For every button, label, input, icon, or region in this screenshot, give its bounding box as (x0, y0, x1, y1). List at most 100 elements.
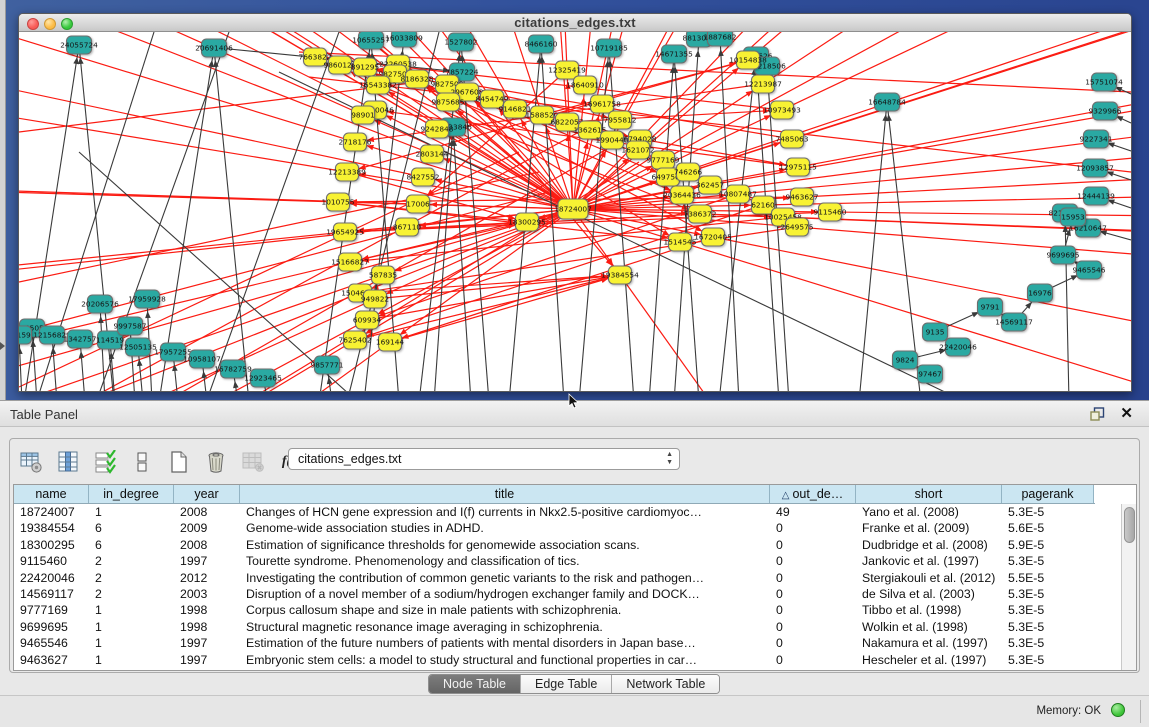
table-row[interactable]: 946554611997Estimation of the future num… (14, 635, 1095, 651)
edge-arrowhead (208, 60, 214, 67)
window-titlebar[interactable]: citations_edges.txt (19, 14, 1131, 32)
show-column-icon[interactable] (55, 449, 81, 475)
scrollbar-thumb[interactable] (1124, 507, 1135, 543)
new-table-icon[interactable] (166, 449, 192, 475)
cell-pagerank: 5.5E-5 (1002, 570, 1094, 586)
cell-title: Tourette syndrome. Phenomenology and cla… (240, 553, 770, 569)
graph-node-label: 1010755 (322, 198, 355, 207)
cell-name: 9115460 (14, 553, 89, 569)
table-row[interactable]: 1872400712008Changes of HCN gene express… (14, 504, 1095, 520)
dropdown-stepper-icon: ▲▼ (666, 451, 673, 467)
cell-out_de: 0 (770, 635, 856, 651)
cell-name: 9777169 (14, 602, 89, 618)
graph-edge (573, 209, 1131, 322)
table-settings-icon[interactable] (18, 449, 44, 475)
network-canvas[interactable]: 2405572420691406106552571527802160338098… (19, 32, 1131, 391)
graph-node-label: 17006 (406, 200, 430, 209)
graph-node-label: 12213987 (744, 80, 782, 89)
column-header-short[interactable]: short (856, 485, 1002, 503)
cell-title: Disruption of a novel member of a sodium… (240, 586, 770, 602)
table-row[interactable]: 1938455462009Genome-wide association stu… (14, 520, 1095, 536)
table-panel: Table Panel ✕ (0, 400, 1149, 727)
graph-node-label: 7955812 (604, 116, 637, 125)
table-row[interactable]: 946362711997Embryonic stem cells: a mode… (14, 652, 1095, 668)
table-row[interactable]: 2242004622012Investigating the contribut… (14, 570, 1095, 586)
expand-panel-arrow-icon[interactable] (0, 342, 5, 350)
column-header-year[interactable]: year (174, 485, 240, 503)
edge-arrowhead (73, 57, 79, 64)
graph-node-label: 12325419 (548, 66, 586, 75)
edge-arrowhead (695, 50, 701, 57)
tab-network-table[interactable]: Network Table (612, 675, 719, 693)
cell-out_de: 0 (770, 602, 856, 618)
cell-name: 18300295 (14, 537, 89, 553)
cell-name: 9463627 (14, 652, 89, 668)
graph-node-label: 16543382 (359, 81, 397, 90)
table-row[interactable]: 977716911998Corpus callosum shape and si… (14, 602, 1095, 618)
application-desktop: citations_edges.txt 24055724206914061065… (0, 0, 1149, 400)
cell-pagerank: 5.3E-5 (1002, 602, 1094, 618)
graph-node-label: 746266 (674, 168, 703, 177)
edge-arrowhead (51, 347, 57, 354)
graph-node-label: 15751074 (1085, 78, 1123, 87)
cell-year: 1998 (174, 619, 240, 635)
table-row[interactable]: 1456911722003Disruption of a novel membe… (14, 586, 1095, 602)
column-header-title[interactable]: title (240, 485, 770, 503)
graph-node-label: 17959928 (128, 295, 166, 304)
edge-arrowhead (233, 381, 239, 388)
cell-short: Wolkin et al. (1998) (856, 619, 1002, 635)
graph-node-label: 10154838 (729, 56, 767, 65)
graph-node-label: 9115460 (814, 208, 847, 217)
table-row[interactable]: 969969511998Structural magnetic resonanc… (14, 619, 1095, 635)
delete-table-icon[interactable] (203, 449, 229, 475)
network-view-window[interactable]: citations_edges.txt 24055724206914061065… (18, 13, 1132, 392)
cell-title: Estimation of significance thresholds fo… (240, 537, 770, 553)
column-header-name[interactable]: name (14, 485, 89, 503)
vertical-scrollbar[interactable] (1121, 504, 1136, 670)
graph-node-label: 24055724 (60, 41, 98, 50)
cell-title: Structural magnetic resonance image aver… (240, 619, 770, 635)
graph-node-label: 16720405 (694, 233, 732, 242)
graph-node-label: 12975115 (779, 163, 817, 172)
cell-name: 14569117 (14, 586, 89, 602)
table-row[interactable]: 1830029562008Estimation of significance … (14, 537, 1095, 553)
cell-name: 19384554 (14, 520, 89, 536)
cell-in_degree: 1 (89, 619, 174, 635)
memory-status-label: Memory: OK (1036, 705, 1101, 717)
graph-node-label: 2718176 (339, 138, 372, 147)
close-panel-icon[interactable]: ✕ (1120, 405, 1133, 422)
float-panel-icon[interactable] (1090, 407, 1105, 422)
cell-out_de: 0 (770, 652, 856, 668)
cell-year: 1998 (174, 602, 240, 618)
graph-edge (259, 162, 639, 391)
column-header-in_degree[interactable]: in_degree (89, 485, 174, 503)
graph-node-label: 12213389 (328, 168, 366, 177)
node-table[interactable]: namein_degreeyeartitle△out_de…shortpager… (13, 484, 1137, 671)
table-selector-dropdown[interactable]: citations_edges.txt ▲▼ (288, 448, 680, 470)
graph-node-label: 10958107 (183, 355, 221, 364)
tab-edge-table[interactable]: Edge Table (521, 675, 612, 693)
import-table-icon-disabled (240, 449, 266, 475)
tab-node-table[interactable]: Node Table (429, 675, 521, 693)
cell-out_de: 49 (770, 504, 856, 520)
table-row[interactable]: 911546021997Tourette syndrome. Phenomeno… (14, 553, 1095, 569)
column-header-pagerank[interactable]: pagerank (1002, 485, 1094, 503)
graph-edge (375, 275, 620, 299)
cell-out_de: 0 (770, 586, 856, 602)
graph-node-label: 891295 (351, 63, 380, 72)
cell-in_degree: 6 (89, 520, 174, 536)
graph-edge (367, 275, 620, 320)
select-all-columns-icon[interactable] (92, 449, 118, 475)
graph-node-label: 9875685 (432, 98, 465, 107)
cell-out_de: 0 (770, 520, 856, 536)
graph-node-label: 1527802 (445, 38, 478, 47)
cell-out_de: 0 (770, 570, 856, 586)
graph-node-label: 8466160 (525, 40, 558, 49)
cell-in_degree: 2 (89, 570, 174, 586)
column-header-out_de[interactable]: △out_de… (770, 485, 856, 503)
left-panel-divider[interactable] (0, 0, 6, 400)
graph-node-label: 9997587 (114, 322, 147, 331)
table-type-tabs: Node TableEdge TableNetwork Table (428, 674, 720, 694)
row-height-icon[interactable] (129, 449, 155, 475)
network-canvas-svg[interactable]: 2405572420691406106552571527802160338098… (19, 32, 1131, 391)
